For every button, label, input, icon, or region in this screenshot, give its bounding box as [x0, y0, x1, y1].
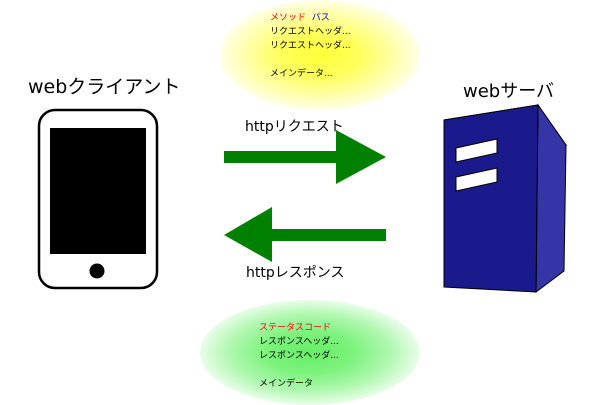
- server-icon: [443, 103, 568, 294]
- request-arrow: [224, 130, 386, 184]
- server-side-face: [535, 103, 567, 294]
- response-arrow: [224, 207, 386, 262]
- diagram-canvas: [37, 103, 568, 294]
- phone-home-button: [89, 263, 105, 279]
- smartphone-icon: [37, 108, 159, 290]
- phone-screen: [50, 128, 146, 254]
- server-front-face: [443, 104, 539, 293]
